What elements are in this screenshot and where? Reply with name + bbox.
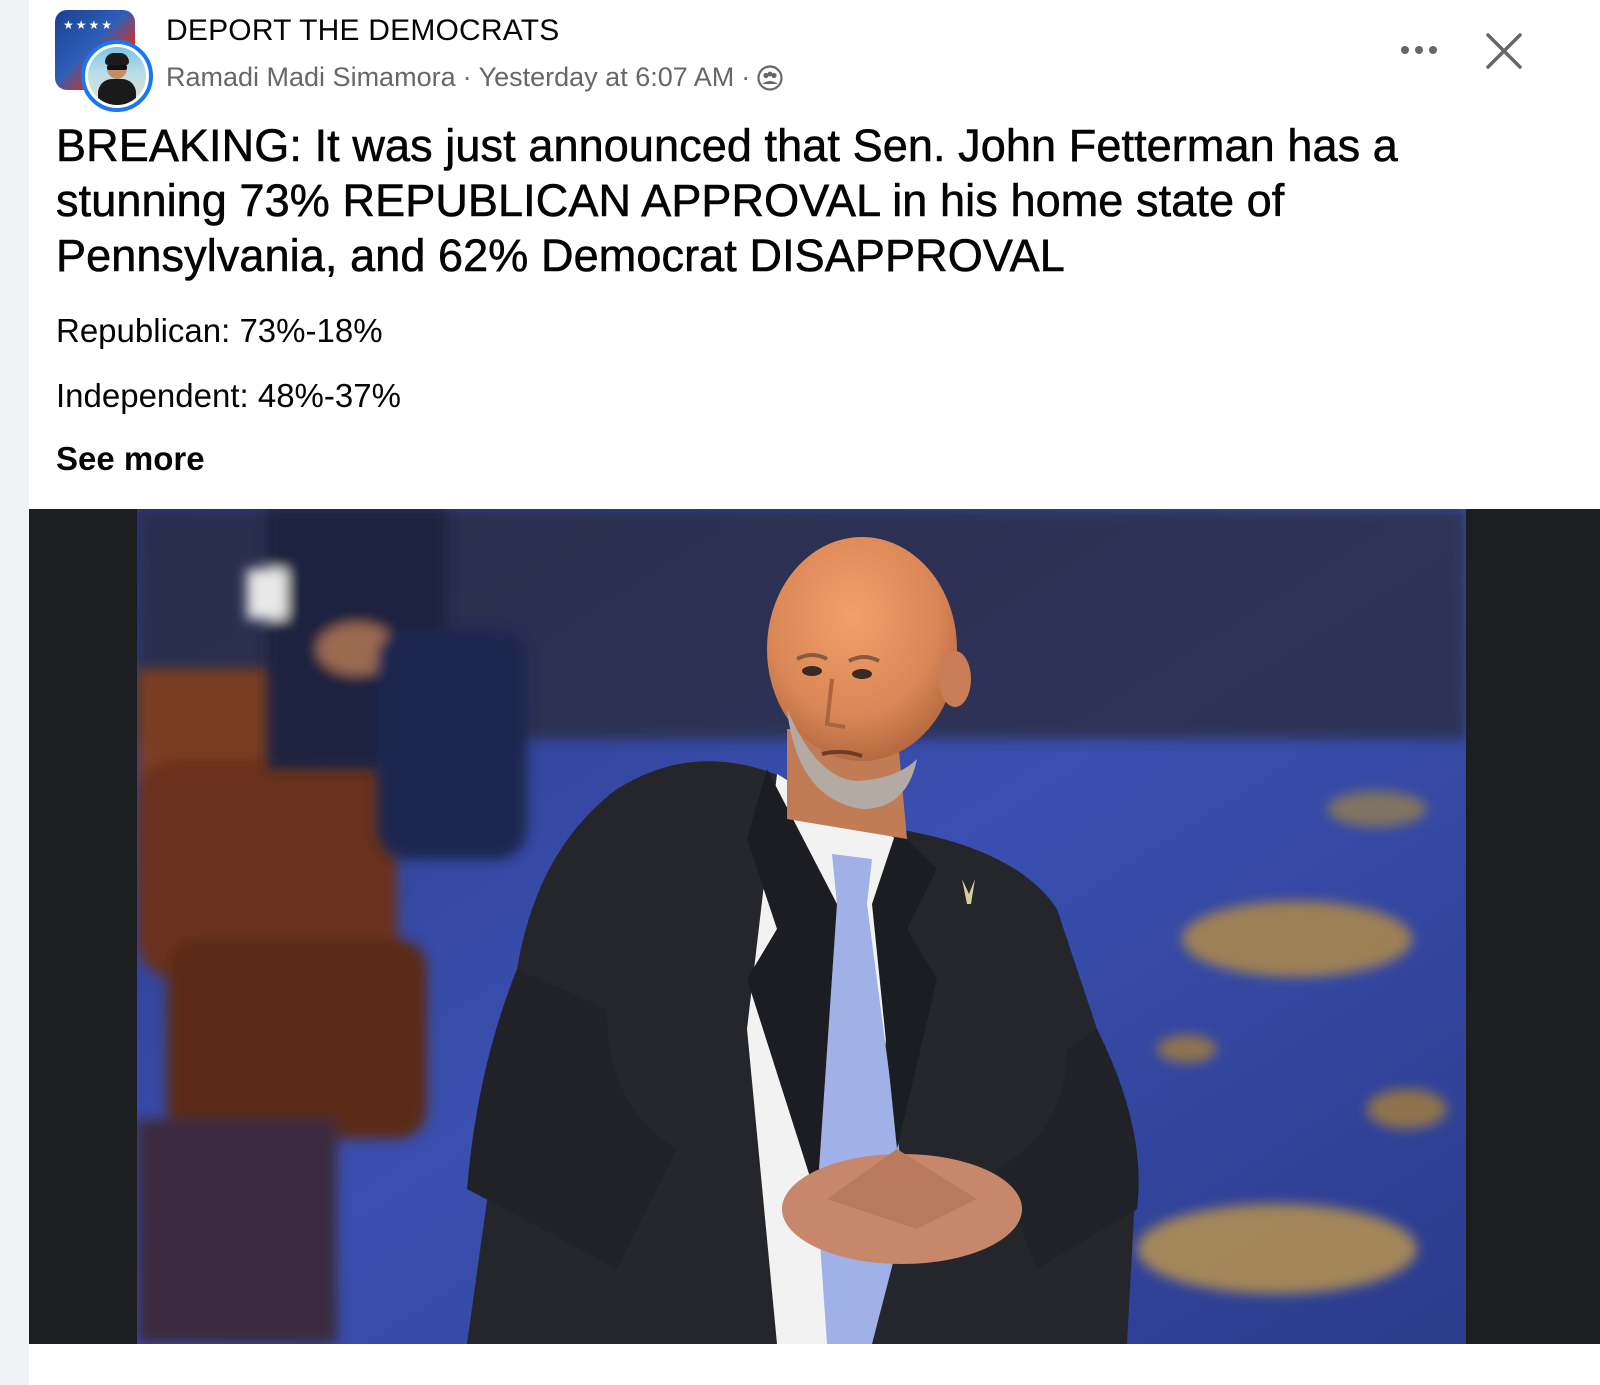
post-media-container[interactable] (29, 509, 1600, 1344)
author-avatar[interactable] (81, 40, 153, 112)
stat-line-independent: Independent: 48%-37% (56, 377, 401, 414)
stars-decoration: ★★★★ (63, 18, 115, 32)
avatar-stack[interactable]: ★★★★ (55, 10, 153, 112)
post-meta: Ramadi Madi Simamora · Yesterday at 6:07… (166, 62, 783, 93)
see-more-link[interactable]: See more (56, 440, 205, 478)
author-name-link[interactable]: Ramadi Madi Simamora (166, 62, 456, 93)
meta-separator: · (462, 62, 472, 92)
close-icon (1486, 33, 1522, 69)
avatar-background (88, 47, 146, 105)
meta-separator: · (741, 62, 751, 92)
more-options-button[interactable] (1394, 30, 1444, 70)
avatar-figure-hair (105, 53, 129, 65)
group-members-icon[interactable] (757, 64, 783, 91)
close-button[interactable] (1479, 26, 1529, 76)
avatar-figure-sunglasses (107, 65, 127, 70)
stat-line-republican: Republican: 73%-18% (56, 312, 383, 349)
post-photo[interactable] (137, 509, 1466, 1344)
group-name-link[interactable]: DEPORT THE DEMOCRATS (166, 14, 560, 48)
more-options-icon (1401, 46, 1437, 54)
avatar-figure-body (98, 79, 136, 105)
post-header: ★★★★ DEPORT THE DEMOCRATS Ramadi Madi Si… (29, 0, 1600, 112)
post-card: ★★★★ DEPORT THE DEMOCRATS Ramadi Madi Si… (29, 0, 1600, 1385)
post-headline: BREAKING: It was just announced that Sen… (56, 120, 1398, 282)
timestamp-link[interactable]: Yesterday at 6:07 AM (479, 62, 735, 93)
post-footer-edge (29, 1344, 1600, 1385)
